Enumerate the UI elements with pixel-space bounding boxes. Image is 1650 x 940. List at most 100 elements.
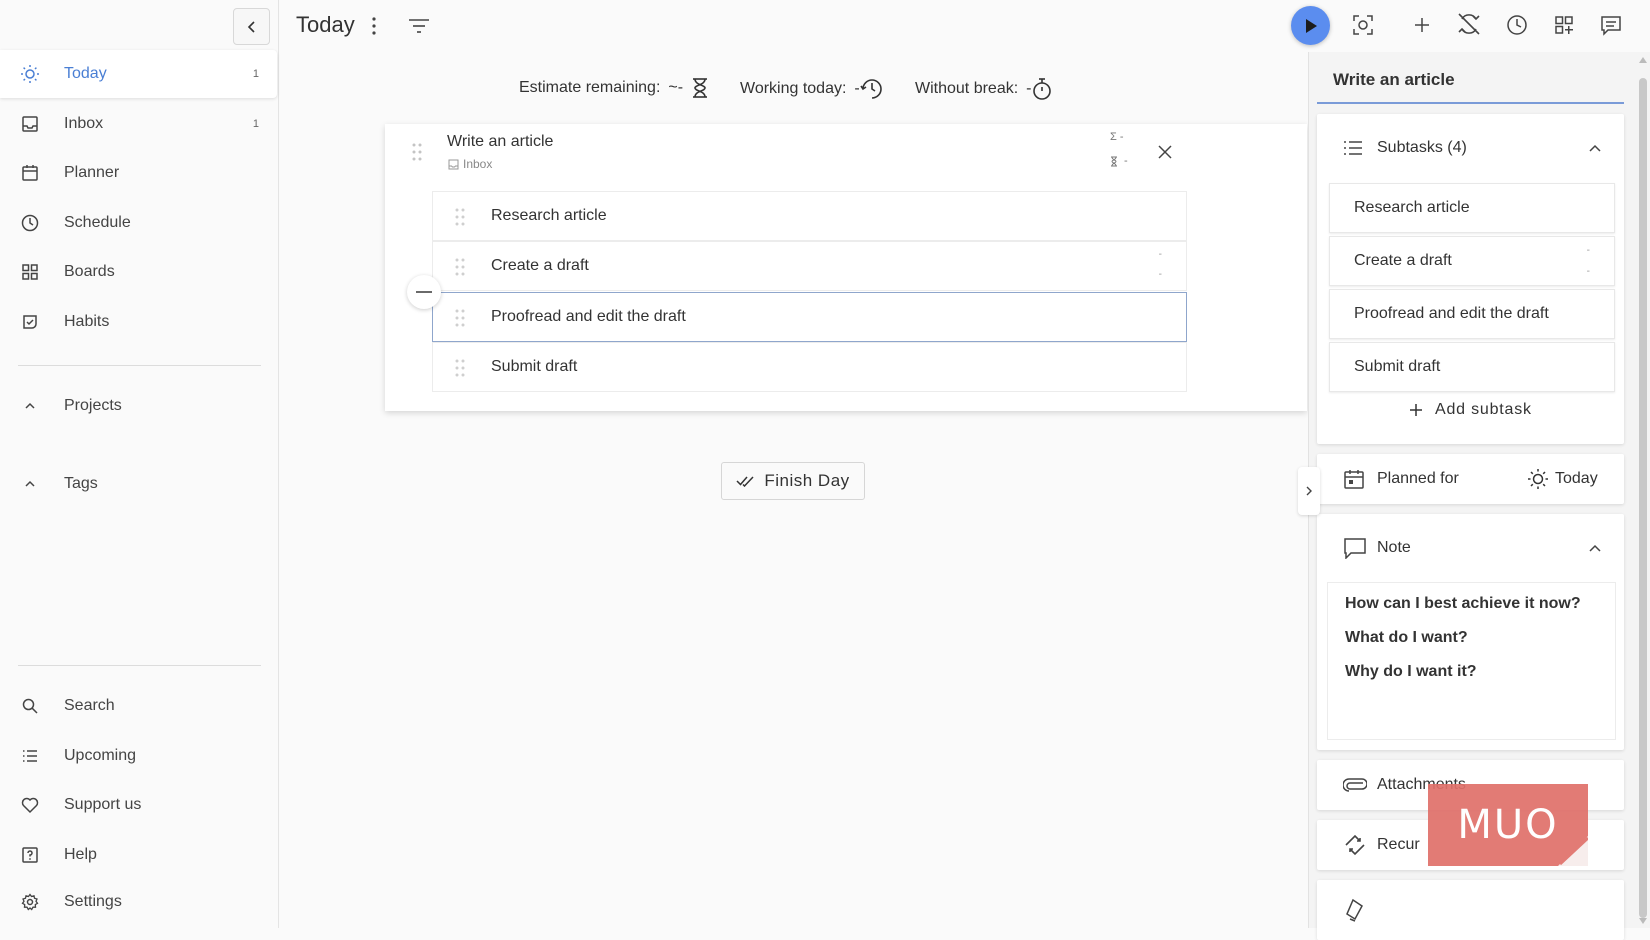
panel-subtask-title: Create a draft bbox=[1354, 252, 1452, 269]
task-project-tag[interactable]: Inbox bbox=[448, 157, 492, 171]
list-icon bbox=[1344, 141, 1362, 155]
working-label: Working today: bbox=[740, 80, 847, 97]
sidebar-item-boards[interactable]: Boards bbox=[0, 248, 277, 296]
drag-handle-icon[interactable] bbox=[412, 143, 422, 161]
panel-subtask[interactable]: Proofread and edit the draft bbox=[1329, 289, 1615, 339]
notes-panel-button[interactable] bbox=[1598, 12, 1624, 38]
list-icon bbox=[23, 750, 37, 762]
toggle-panel-button[interactable] bbox=[1298, 467, 1320, 515]
sidebar-section-projects[interactable]: Projects bbox=[0, 382, 277, 430]
subtask-title: Proofread and edit the draft bbox=[491, 308, 686, 325]
planned-for-row[interactable]: Planned for Today bbox=[1317, 455, 1624, 503]
chevron-up-icon bbox=[1589, 144, 1601, 152]
subtask-time-spent: - bbox=[1158, 249, 1162, 260]
panel-subtask[interactable]: Research article bbox=[1329, 183, 1615, 233]
repeat-icon bbox=[1345, 834, 1365, 856]
sidebar-item-label: Help bbox=[64, 846, 97, 863]
inbox-icon bbox=[448, 159, 459, 169]
subtask-row[interactable]: Research article bbox=[432, 191, 1187, 241]
finish-day-button[interactable]: Finish Day bbox=[721, 462, 865, 500]
sync-button[interactable] bbox=[1455, 10, 1483, 38]
working-today: Working today: - bbox=[740, 77, 884, 101]
sidebar-item-schedule[interactable]: Schedule bbox=[0, 199, 277, 247]
grid-plus-icon bbox=[1555, 16, 1573, 34]
subtasks-header[interactable]: Subtasks (4) bbox=[1317, 124, 1624, 172]
task-project-label: Inbox bbox=[463, 157, 493, 171]
sun-icon bbox=[21, 65, 39, 83]
collapse-sidebar-button[interactable] bbox=[233, 8, 270, 45]
sidebar-item-label: Inbox bbox=[64, 115, 104, 132]
close-task-button[interactable] bbox=[1153, 140, 1177, 164]
reminder-section[interactable] bbox=[1317, 880, 1624, 940]
add-task-button[interactable] bbox=[1409, 12, 1435, 38]
sidebar: Today 1 Inbox 1 Planner Schedule Boards … bbox=[0, 0, 279, 928]
note-header[interactable]: Note bbox=[1317, 524, 1624, 572]
panel-scrollbar[interactable] bbox=[1636, 52, 1650, 928]
focus-mode-button[interactable] bbox=[1350, 12, 1376, 38]
note-line: What do I want? bbox=[1345, 629, 1468, 646]
task-card[interactable]: Write an article Inbox Σ - - Research ar… bbox=[385, 124, 1307, 411]
sidebar-item-count: 1 bbox=[252, 68, 259, 80]
subtask-title: Submit draft bbox=[491, 358, 578, 375]
subtask-row[interactable]: Submit draft bbox=[432, 342, 1187, 392]
subtask-row[interactable]: Create a draft - - bbox=[432, 241, 1187, 291]
close-icon bbox=[1158, 145, 1172, 159]
task-title[interactable]: Write an article bbox=[447, 133, 553, 151]
drag-handle-icon[interactable] bbox=[455, 309, 465, 327]
drag-handle-icon[interactable] bbox=[455, 258, 465, 276]
note-section: Note How can I best achieve it now? What… bbox=[1317, 514, 1624, 750]
play-icon bbox=[1305, 18, 1317, 33]
scroll-down-arrow-icon[interactable] bbox=[1639, 918, 1647, 924]
panel-subtask[interactable]: Create a draft - - bbox=[1329, 236, 1615, 286]
plus-icon bbox=[1410, 404, 1422, 416]
sidebar-item-support[interactable]: Support us bbox=[0, 781, 277, 829]
scroll-up-arrow-icon[interactable] bbox=[1639, 57, 1647, 63]
sidebar-item-search[interactable]: Search bbox=[0, 682, 277, 730]
collapse-subtasks-button[interactable] bbox=[407, 275, 441, 309]
sidebar-item-planner[interactable]: Planner bbox=[0, 149, 277, 197]
subtask-title: Research article bbox=[491, 207, 607, 224]
time-estimate: - bbox=[1110, 155, 1128, 167]
sidebar-item-habits[interactable]: Habits bbox=[0, 298, 277, 346]
subtask-row-selected[interactable]: Proofread and edit the draft bbox=[432, 292, 1187, 342]
sidebar-divider bbox=[18, 365, 261, 366]
sidebar-item-label: Boards bbox=[64, 263, 115, 280]
drag-handle-icon[interactable] bbox=[455, 359, 465, 377]
kebab-menu-icon bbox=[372, 17, 376, 35]
subtask-time-estimate: - bbox=[1158, 269, 1162, 280]
watermark-text: MUO bbox=[1457, 802, 1559, 848]
add-subtask-button[interactable]: Add subtask bbox=[1409, 394, 1532, 426]
history-button[interactable] bbox=[1504, 12, 1530, 38]
sidebar-item-help[interactable]: Help bbox=[0, 831, 277, 879]
hourglass-icon bbox=[693, 78, 708, 98]
estimate-remaining: Estimate remaining: ~- bbox=[519, 77, 709, 99]
note-line: How can I best achieve it now? bbox=[1345, 595, 1581, 612]
play-button[interactable] bbox=[1291, 6, 1330, 45]
sidebar-item-label: Search bbox=[64, 697, 115, 714]
subtask-time-spent: - bbox=[1586, 245, 1590, 256]
sidebar-item-label: Settings bbox=[64, 893, 122, 910]
sidebar-section-tags[interactable]: Tags bbox=[0, 460, 277, 508]
time-estimate-value: - bbox=[1124, 155, 1128, 167]
board-view-button[interactable] bbox=[1551, 12, 1577, 38]
sidebar-item-settings[interactable]: Settings bbox=[0, 878, 277, 926]
note-content[interactable]: How can I best achieve it now? What do I… bbox=[1327, 582, 1616, 740]
drag-handle-icon[interactable] bbox=[455, 208, 465, 226]
panel-title[interactable]: Write an article bbox=[1317, 62, 1624, 104]
sidebar-item-today[interactable]: Today 1 bbox=[0, 50, 277, 98]
sidebar-item-upcoming[interactable]: Upcoming bbox=[0, 732, 277, 780]
scrollbar-thumb[interactable] bbox=[1639, 78, 1647, 918]
panel-subtask[interactable]: Submit draft bbox=[1329, 342, 1615, 392]
grid-icon bbox=[22, 264, 38, 280]
filter-icon bbox=[409, 19, 429, 33]
sidebar-item-inbox[interactable]: Inbox 1 bbox=[0, 100, 277, 148]
planned-for-section[interactable]: Planned for Today bbox=[1317, 454, 1624, 504]
chevron-up-icon bbox=[1589, 544, 1601, 552]
more-options-button[interactable] bbox=[364, 14, 384, 38]
sync-off-icon bbox=[1458, 13, 1480, 35]
filter-button[interactable] bbox=[406, 14, 432, 38]
chevron-up-icon bbox=[25, 402, 35, 409]
subtasks-section: Subtasks (4) Research article Create a d… bbox=[1317, 114, 1624, 444]
planned-value[interactable]: Today bbox=[1527, 468, 1598, 490]
subtasks-header-label: Subtasks (4) bbox=[1377, 139, 1467, 156]
